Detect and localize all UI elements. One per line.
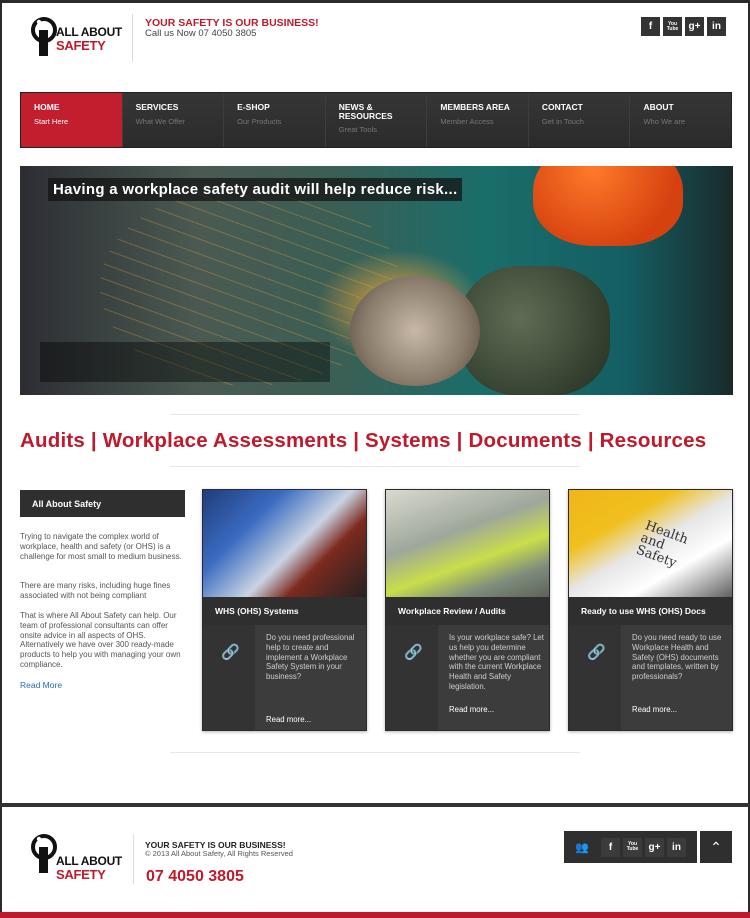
hero-grinder-disc — [350, 276, 480, 386]
footer-top-border — [0, 803, 750, 807]
sidebar-paragraph: There are many risks, including huge fin… — [20, 581, 171, 600]
nav-item-services[interactable]: SERVICES What We Offer — [122, 93, 225, 147]
read-more-link[interactable]: Read more... — [266, 715, 311, 724]
youtube-icon[interactable]: You Tube — [623, 837, 642, 857]
card-whs-systems[interactable]: WHS (OHS) Systems 🔗 Do you need professi… — [202, 489, 367, 731]
google-plus-icon[interactable]: g+ — [685, 17, 704, 36]
header-social: f You Tube g+ in — [641, 17, 726, 36]
card-icon-column: 🔗 — [203, 625, 255, 730]
youtube-icon[interactable]: You Tube — [663, 17, 682, 36]
nav-label: NEWS & RESOURCES — [338, 102, 393, 121]
nav-sublabel: Our Products — [237, 117, 282, 126]
logo-line-2: SAFETY — [56, 867, 106, 882]
logo-line-2: SAFETY — [56, 38, 106, 53]
google-plus-icon[interactable]: g+ — [645, 837, 664, 857]
footer-logo-text: ALL ABOUT SAFETY — [56, 855, 122, 882]
card-image — [386, 490, 549, 597]
services-headline: Audits | Workplace Assessments | Systems… — [20, 429, 707, 452]
facebook-icon[interactable]: f — [601, 837, 620, 857]
footer-social: 👥 f You Tube g+ in — [564, 831, 697, 863]
logo-text: ALL ABOUT SAFETY — [56, 26, 122, 53]
nav-item-news-resources[interactable]: NEWS & RESOURCES Great Tools — [325, 93, 428, 147]
chevron-up-icon[interactable]: ⌃ — [700, 831, 732, 863]
sidebar-paragraph: That is where All About Safety can help.… — [20, 611, 181, 669]
nav-sublabel: Start Here — [34, 117, 69, 126]
card-icon-column: 🔗 — [569, 625, 621, 730]
facebook-icon[interactable]: f — [641, 17, 660, 36]
divider — [170, 466, 580, 467]
card-description: Do you need professional help to create … — [266, 633, 355, 682]
card-ohs-docs[interactable]: Health and Safety Ready to use WHS (OHS)… — [568, 489, 733, 731]
linkedin-icon[interactable]: in — [667, 837, 686, 857]
link-icon: 🔗 — [587, 644, 606, 661]
hero-helmet — [533, 166, 683, 246]
read-more-link[interactable]: Read more... — [632, 705, 677, 714]
nav-label: ABOUT — [643, 102, 674, 112]
linkedin-icon[interactable]: in — [707, 17, 726, 36]
card-title[interactable]: WHS (OHS) Systems — [203, 597, 366, 625]
nav-sublabel: Great Tools — [338, 125, 377, 134]
footer-phone: 07 4050 3805 — [146, 868, 244, 885]
card-image — [203, 490, 366, 597]
footer-copyright: © 2013 All About Safety, All Rights Rese… — [145, 849, 293, 858]
header-phone: Call us Now 07 4050 3805 — [145, 28, 257, 39]
card-body: 🔗 Do you need ready to use Workplace Hea… — [569, 625, 732, 730]
main-nav: HOME Start Here SERVICES What We Offer E… — [20, 92, 732, 148]
nav-item-contact[interactable]: CONTACT Get in Touch — [528, 93, 631, 147]
card-icon-column: 🔗 — [386, 625, 438, 730]
nav-label: HOME — [34, 102, 60, 112]
nav-sublabel: Who We are — [643, 117, 686, 126]
footer-bottom-bar — [0, 912, 750, 918]
nav-label: CONTACT — [541, 102, 583, 112]
nav-item-about[interactable]: ABOUT Who We are — [630, 93, 732, 147]
divider — [170, 752, 580, 753]
hero-caption-band — [40, 342, 330, 382]
nav-sublabel: What We Offer — [135, 117, 185, 126]
card-image: Health and Safety — [569, 490, 732, 597]
read-more-link[interactable]: Read More — [20, 680, 62, 690]
nav-item-eshop[interactable]: E-SHOP Our Products — [224, 93, 326, 147]
card-workplace-review[interactable]: Workplace Review / Audits 🔗 Is your work… — [385, 489, 550, 731]
card-title[interactable]: Ready to use WHS (OHS) Docs — [569, 597, 732, 625]
card-description: Do you need ready to use Workplace Healt… — [632, 633, 722, 682]
link-icon: 🔗 — [404, 644, 423, 661]
nav-sublabel: Member Access — [440, 117, 494, 126]
card-title[interactable]: Workplace Review / Audits — [386, 597, 549, 625]
hero-caption: Having a workplace safety audit will hel… — [48, 178, 463, 201]
nav-sublabel: Get in Touch — [541, 117, 584, 126]
card-image-text: Health and Safety — [634, 518, 690, 572]
sidebar-title: All About Safety — [20, 490, 185, 517]
nav-item-members-area[interactable]: MEMBERS AREA Member Access — [427, 93, 529, 147]
sidebar-paragraph: Trying to navigate the complex world of … — [20, 532, 182, 561]
contacts-icon[interactable]: 👥 — [572, 837, 592, 857]
link-icon: 🔗 — [221, 644, 240, 661]
divider — [170, 414, 580, 415]
nav-label: MEMBERS AREA — [440, 102, 510, 112]
hero-glove — [460, 266, 610, 395]
nav-label: SERVICES — [135, 102, 179, 112]
hero-slider[interactable]: Having a workplace safety audit will hel… — [20, 166, 733, 395]
footer-divider — [133, 834, 134, 884]
card-body: 🔗 Do you need professional help to creat… — [203, 625, 366, 730]
card-description: Is your workplace safe? Let us help you … — [449, 633, 544, 691]
read-more-link[interactable]: Read more... — [449, 705, 494, 714]
card-body: 🔗 Is your workplace safe? Let us help yo… — [386, 625, 549, 730]
nav-item-home[interactable]: HOME Start Here — [21, 93, 123, 147]
header-divider — [132, 14, 133, 62]
nav-label: E-SHOP — [237, 102, 270, 112]
